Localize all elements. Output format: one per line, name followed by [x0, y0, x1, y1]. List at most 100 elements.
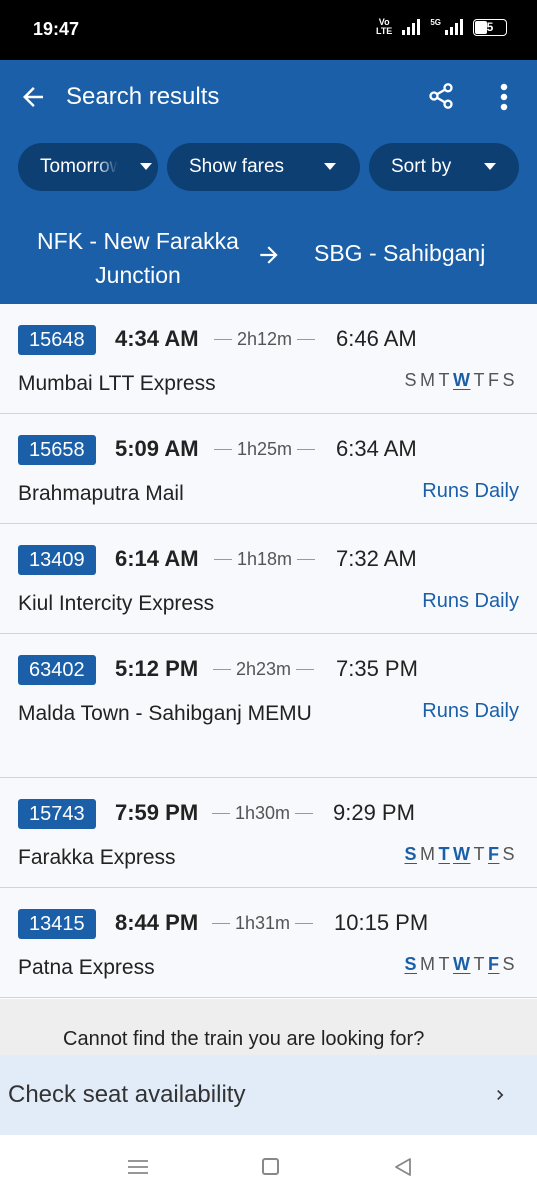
run-day: S: [404, 844, 417, 864]
run-day: M: [419, 954, 436, 974]
run-day: F: [487, 844, 500, 864]
train-name: Brahmaputra Mail: [18, 482, 184, 505]
sort-by-label: Sort by: [391, 156, 452, 177]
run-days: SMTWTFS: [404, 954, 515, 975]
run-day: S: [404, 370, 417, 390]
train-name: Patna Express: [18, 956, 155, 979]
train-card[interactable]: 15658 5:09 AM 1h25m 6:34 AM Brahmaputra Mail…: [0, 414, 537, 524]
run-day: T: [473, 370, 485, 390]
run-day: S: [502, 954, 515, 974]
duration-text: 1h31m: [235, 913, 291, 933]
departure-time: 6:14 AM: [115, 546, 199, 571]
route-to: SBG - Sahibganj: [314, 240, 486, 266]
date-filter-label: Tomorrow: [40, 156, 118, 177]
run-day: F: [487, 954, 500, 974]
train-card[interactable]: 13409 6:14 AM 1h18m 7:32 AM Kiul Intercity E…: [0, 524, 537, 634]
route-header: NFK - New Farakka Junction SBG - Sahibga…: [0, 204, 537, 304]
caret-down-icon: [484, 163, 496, 170]
duration: 2h23m: [213, 659, 315, 680]
duration-text: 2h23m: [236, 659, 292, 679]
departure-time: 5:09 AM: [115, 436, 199, 461]
signal-icon-2: [445, 19, 463, 35]
train-name: Kiul Intercity Express: [18, 592, 215, 615]
train-name: Farakka Express: [18, 846, 176, 869]
run-day: S: [502, 370, 515, 390]
arrow-right-icon: [260, 246, 278, 264]
arrival-time: 6:46 AM: [336, 326, 417, 351]
battery-level: 5: [486, 20, 494, 34]
home-icon[interactable]: [262, 1158, 279, 1175]
duration-text: 1h25m: [237, 439, 293, 459]
train-number-badge: 13415: [18, 909, 96, 939]
run-day: W: [452, 370, 471, 390]
arrival-time: 9:29 PM: [333, 800, 415, 825]
arrival-time: 10:15 PM: [334, 910, 429, 935]
duration: 1h25m: [214, 439, 316, 460]
duration: 1h18m: [214, 549, 316, 570]
check-seat-label: Check seat availability: [8, 1081, 246, 1108]
route-from: NFK - New Farakka Junction: [37, 228, 239, 288]
more-vert-icon[interactable]: [496, 82, 512, 112]
run-day: S: [502, 844, 515, 864]
duration: 1h31m: [212, 913, 314, 934]
runs-daily-label: Runs Daily: [422, 480, 519, 502]
departure-time: 4:34 AM: [115, 326, 199, 351]
caret-down-icon: [324, 163, 336, 170]
recent-apps-icon[interactable]: [128, 1159, 148, 1175]
not-found-text: Cannot find the train you are looking fo…: [63, 1028, 425, 1050]
train-card[interactable]: 63402 5:12 PM 2h23m 7:35 PM Malda Town - Sah…: [0, 634, 537, 778]
train-card[interactable]: 15648 4:34 AM 2h12m 6:46 AM Mumbai LTT Expre…: [0, 304, 537, 414]
duration-text: 1h18m: [237, 549, 293, 569]
arrival-time: 7:32 AM: [336, 546, 417, 571]
duration-text: 1h30m: [235, 803, 291, 823]
status-bar: 19:47 Vo LTE 5G 5: [0, 0, 537, 60]
run-day: F: [487, 370, 500, 390]
battery-icon: 5: [473, 18, 507, 36]
runs-daily-label: Runs Daily: [422, 590, 519, 612]
run-day: W: [452, 954, 471, 974]
train-card[interactable]: 15743 7:59 PM 1h30m 9:29 PM Farakka Express S…: [0, 778, 537, 888]
show-fares-chip[interactable]: Show fares: [167, 143, 360, 191]
arrival-time: 6:34 AM: [336, 436, 417, 461]
status-time: 19:47: [33, 19, 80, 39]
duration: 2h12m: [214, 329, 316, 350]
not-found-section: Cannot find the train you are looking fo…: [0, 999, 537, 1055]
volte-indicator: Vo LTE: [375, 17, 393, 36]
chevron-right-icon: [497, 1090, 504, 1100]
date-filter-chip[interactable]: Tomorrow: [18, 143, 158, 191]
sort-by-chip[interactable]: Sort by: [369, 143, 519, 191]
departure-time: 7:59 PM: [115, 800, 199, 825]
train-card[interactable]: 13415 8:44 PM 1h31m 10:15 PM Patna Express S M…: [0, 888, 537, 998]
runs-daily-label: Runs Daily: [422, 700, 519, 722]
arrival-time: 7:35 PM: [336, 656, 418, 681]
duration: 1h30m: [212, 803, 314, 824]
duration-text: 2h12m: [237, 329, 293, 349]
run-day: S: [404, 954, 417, 974]
run-day: M: [419, 370, 436, 390]
check-seat-availability-banner[interactable]: Check seat availability: [0, 1055, 537, 1135]
run-days: SMTWTFS: [404, 370, 515, 391]
run-day: T: [438, 844, 450, 864]
run-day: T: [473, 954, 485, 974]
share-icon[interactable]: [427, 82, 455, 110]
system-nav-bar: [0, 1135, 537, 1200]
arrow-left-icon[interactable]: [18, 82, 48, 112]
show-fares-label: Show fares: [189, 156, 285, 177]
run-day: T: [438, 954, 450, 974]
train-number-badge: 15743: [18, 799, 96, 829]
status-icons: Vo LTE 5G 5: [376, 18, 507, 36]
train-number-badge: 13409: [18, 545, 96, 575]
train-list: 15648 4:34 AM 2h12m 6:46 AM Mumbai LTT Expre…: [0, 304, 537, 998]
nav-back-icon[interactable]: [393, 1157, 413, 1177]
page-title: Search results: [66, 83, 220, 110]
train-name: Malda Town - Sahibganj MEMU: [18, 702, 312, 725]
5g-indicator: 5G: [430, 18, 441, 27]
train-name: Mumbai LTT Express: [18, 372, 216, 395]
signal-icon: [402, 19, 421, 35]
departure-time: 5:12 PM: [115, 656, 199, 681]
run-day: M: [419, 844, 436, 864]
run-day: W: [452, 844, 471, 864]
train-number-badge: 63402: [18, 655, 96, 685]
run-days: SMTWTFS: [404, 844, 515, 865]
train-number-badge: 15658: [18, 435, 96, 465]
